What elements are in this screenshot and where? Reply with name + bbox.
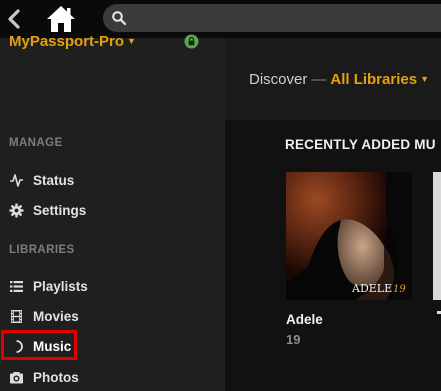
album-poster-partial[interactable] [433,172,441,300]
gear-icon [9,203,24,218]
search-bar[interactable] [103,4,441,32]
chevron-left-icon [8,9,20,29]
library-selector[interactable]: All Libraries [330,71,417,88]
discover-label: Discover [249,71,308,88]
caret-down-icon[interactable]: ▼ [420,74,429,84]
recently-added-heading: RECENTLY ADDED MU [285,137,436,152]
list-icon [10,281,23,292]
home-icon [47,6,75,32]
album-cover-art: ADELE 19 [286,172,412,300]
sidebar-item-label: Status [33,173,75,188]
album-title[interactable]: Adele [286,312,323,327]
album-subtitle: 19 [286,332,301,347]
film-icon [11,310,22,323]
svg-text:19: 19 [393,284,406,295]
sidebar-item-playlists[interactable]: Playlists [6,274,216,300]
search-icon [112,11,127,26]
sidebar-item-label: Settings [33,203,87,218]
sidebar-item-label: Photos [33,370,79,385]
server-selector[interactable]: MyPassport-Pro ▼ [9,33,136,50]
camera-icon [10,372,23,384]
libraries-header: LIBRARIES [9,244,75,256]
home-button[interactable] [44,3,78,35]
sidebar-item-status[interactable]: Status [6,168,216,194]
activity-icon [10,174,23,187]
discover-breadcrumb: Discover — All Libraries ▼ [249,71,429,88]
caret-down-icon: ▼ [127,36,136,46]
sidebar-item-label: Movies [33,309,79,324]
sidebar-item-settings[interactable]: Settings [6,198,216,224]
album-title-partial[interactable] [437,311,441,314]
manage-header: MANAGE [9,137,63,149]
sidebar-item-label: Playlists [33,279,88,294]
lock-icon[interactable] [184,34,199,49]
sidebar-item-movies[interactable]: Movies [6,304,216,330]
album-poster[interactable]: ADELE 19 [286,172,412,300]
server-name: MyPassport-Pro [9,33,125,50]
selection-highlight [1,330,77,360]
breadcrumb-separator: — [311,71,327,88]
svg-text:ADELE: ADELE [351,282,392,295]
search-input[interactable] [131,6,441,32]
sidebar-item-photos[interactable]: Photos [6,365,216,391]
back-button[interactable] [4,8,26,30]
